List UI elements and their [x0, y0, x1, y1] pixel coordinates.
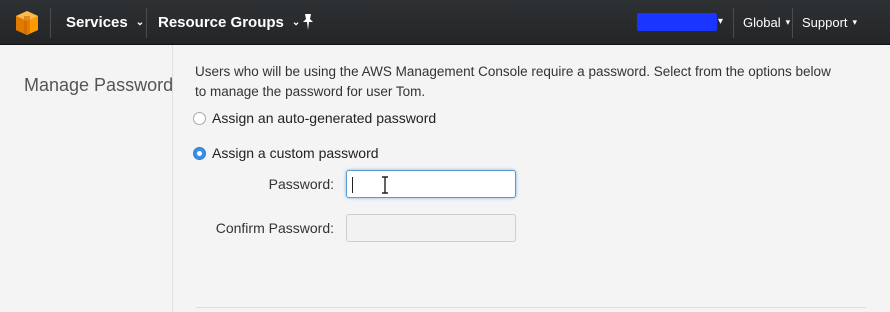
confirm-password-label: Confirm Password:	[215, 220, 334, 236]
top-navigation-bar: Services ⌄ Resource Groups ⌄ ▾ Global ▾ Sup…	[0, 0, 890, 45]
custom-password-label: Assign a custom password	[212, 145, 379, 161]
confirm-password-field[interactable]	[346, 214, 516, 242]
nav-divider	[733, 8, 734, 38]
chevron-down-icon: ▾	[852, 17, 858, 27]
auto-generated-radio[interactable]	[193, 111, 206, 125]
text-cursor	[352, 177, 353, 193]
region-menu[interactable]: Global ▾	[743, 0, 790, 45]
support-label: Support	[802, 15, 848, 30]
resource-groups-label: Resource Groups	[158, 14, 284, 31]
nav-divider	[146, 8, 147, 38]
nav-divider	[792, 8, 793, 38]
password-field[interactable]	[346, 170, 516, 198]
services-label: Services	[66, 14, 128, 31]
password-description: Users who will be using the AWS Manageme…	[195, 64, 831, 99]
resource-groups-menu[interactable]: Resource Groups ⌄	[158, 0, 300, 45]
chevron-down-icon: ▾	[785, 17, 791, 27]
account-menu[interactable]	[637, 13, 717, 31]
support-menu[interactable]: Support ▾	[802, 0, 857, 45]
section-title: Manage Password	[24, 75, 174, 95]
aws-cube-icon[interactable]	[14, 10, 40, 36]
region-label: Global	[743, 15, 781, 30]
custom-password-radio[interactable]	[193, 146, 206, 160]
chevron-down-icon[interactable]: ▾	[718, 11, 723, 33]
password-label: Password:	[268, 176, 334, 192]
custom-password-option[interactable]: Assign a custom password	[193, 143, 379, 163]
auto-generated-label: Assign an auto-generated password	[212, 110, 437, 126]
auto-generated-password-option[interactable]: Assign an auto-generated password	[193, 108, 436, 128]
chevron-down-icon: ⌄	[135, 17, 145, 28]
section-divider	[172, 45, 173, 312]
content-bottom-divider	[196, 307, 866, 308]
services-menu[interactable]: Services ⌄	[66, 0, 144, 45]
nav-divider	[50, 8, 51, 38]
chevron-down-icon: ⌄	[291, 17, 301, 28]
pin-icon[interactable]	[300, 13, 316, 31]
ibeam-cursor-icon	[382, 176, 388, 194]
